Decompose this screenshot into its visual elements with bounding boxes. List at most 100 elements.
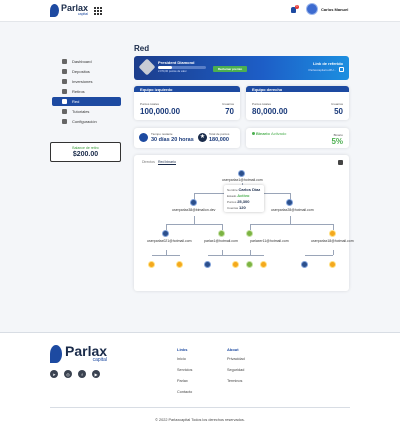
- footer-link-parlax[interactable]: Parlax: [177, 379, 188, 383]
- tree-root-user[interactable]: userparlax1@hotmail.com: [222, 178, 263, 182]
- tree-node-l4[interactable]: [329, 261, 336, 268]
- rank-banner: President Diamond 2.070,00 puntos de val…: [134, 56, 349, 80]
- withdraw-icon: [62, 89, 67, 94]
- popup-estado: Activo: [237, 193, 250, 198]
- footer-link-servicios[interactable]: Servicios: [177, 368, 192, 372]
- referral-link[interactable]: Parlaxcapital.io/#U...: [308, 68, 336, 72]
- sidebar-item-label: Configuración: [72, 119, 97, 124]
- left-users-value: 70: [225, 107, 234, 116]
- logo-mark-icon: [50, 4, 59, 17]
- footer-link-contacto[interactable]: Contacto: [177, 390, 192, 394]
- copy-icon[interactable]: [339, 67, 344, 72]
- sidebar-item-label: Inversiones: [72, 79, 93, 84]
- logo[interactable]: Parlax capital: [50, 4, 88, 17]
- sidebar-item-label: Dashboard: [72, 59, 92, 64]
- footer-logo[interactable]: Parlax capital: [50, 344, 107, 363]
- tree-node-l2-left[interactable]: [190, 199, 197, 206]
- sidebar-item-configuracin[interactable]: Configuración: [52, 117, 121, 126]
- footer: Parlax capital ➤ ◎ f ▶ Links Inicio Serv…: [0, 332, 400, 430]
- tree-node-l4[interactable]: [148, 261, 155, 268]
- sidebar-item-depositos[interactable]: Depositos: [52, 67, 121, 76]
- footer-logo-text: Parlax: [65, 343, 108, 359]
- sidebar-item-tutoriales[interactable]: Tutoriales: [52, 107, 121, 116]
- binary-status-dot: [252, 132, 255, 135]
- user-name[interactable]: Carlos Manuel: [321, 7, 348, 12]
- tutorial-icon: [62, 109, 67, 114]
- tree-node-l4[interactable]: [246, 261, 253, 268]
- tree-line: [305, 255, 333, 256]
- tree-line: [290, 216, 291, 224]
- sidebar-item-inversiones[interactable]: Inversiones: [52, 77, 121, 86]
- tree-l2-right-user[interactable]: userparlax28@hotmail.com: [271, 208, 314, 212]
- tree-node-l4[interactable]: [176, 261, 183, 268]
- timer-card: Tiempo restante 30 días 20 horas ★ Total…: [134, 128, 240, 148]
- left-users-label: Usuarios: [222, 102, 234, 106]
- tree-node-l3[interactable]: [246, 230, 253, 237]
- tree-node-root[interactable]: [238, 170, 245, 177]
- tree-l3-user[interactable]: userparlax021@hotmail.com: [147, 239, 192, 243]
- tree-node-l4[interactable]: [301, 261, 308, 268]
- avatar[interactable]: [306, 3, 318, 15]
- tree-l3-user[interactable]: parlaxer11@hotmail.com: [250, 239, 289, 243]
- sidebar-item-label: Red: [72, 99, 80, 104]
- sidebar-item-red[interactable]: Red: [52, 97, 121, 106]
- binary-status: Activado: [271, 131, 287, 136]
- dashboard-icon: [62, 59, 67, 64]
- referral-title: Link de referido: [312, 61, 343, 66]
- investment-icon: [62, 79, 67, 84]
- timer-label: Tiempo restante: [151, 132, 173, 136]
- youtube-icon[interactable]: ▶: [92, 370, 100, 378]
- telegram-icon[interactable]: ➤: [50, 370, 58, 378]
- tree-node-l3[interactable]: [218, 230, 225, 237]
- balance-label: Balance de retiro: [72, 146, 99, 150]
- network-icon: [62, 99, 67, 104]
- right-users-label: Usuarios: [331, 102, 343, 106]
- right-users-value: 50: [334, 107, 343, 116]
- footer-link-seguridad[interactable]: Seguridad: [227, 368, 244, 372]
- apps-grid-icon[interactable]: [94, 7, 102, 15]
- tree-node-l4[interactable]: [260, 261, 267, 268]
- user-info-popup: Nombre Carlos Díaz Estado Activo Puntos …: [224, 185, 264, 212]
- tab-red-binario[interactable]: Red binario: [158, 160, 176, 165]
- expand-icon[interactable]: [338, 160, 343, 165]
- diamond-badge-icon: [138, 58, 156, 76]
- footer-link-inicio[interactable]: Inicio: [177, 357, 186, 361]
- footer-link-privacidad[interactable]: Privacidad: [227, 357, 245, 361]
- total-points-value: 180,000: [209, 137, 229, 143]
- popup-puntos: 25,300: [237, 199, 250, 204]
- left-points-label: Puntos totales: [140, 102, 160, 106]
- sidebar-item-dashboard[interactable]: Dashboard: [52, 57, 121, 66]
- tab-directos[interactable]: Directos: [142, 160, 155, 164]
- claim-reward-button[interactable]: Reclamar premio: [213, 66, 247, 72]
- page-title: Red: [134, 44, 150, 53]
- rank-name: President Diamond: [158, 60, 195, 65]
- footer-link-terminos[interactable]: Terminos: [227, 379, 242, 383]
- tree-l2-left-user[interactable]: userparlax38@bimalion.dev: [172, 208, 215, 212]
- logo-sub: capital: [77, 12, 89, 17]
- balance-value: $200.00: [72, 151, 99, 158]
- sidebar-item-retiros[interactable]: Retiros: [52, 87, 121, 96]
- facebook-icon[interactable]: f: [78, 370, 86, 378]
- tree-l3-user[interactable]: parlax1@hotmail.com: [204, 239, 238, 243]
- top-header: Parlax capital 1 Carlos Manuel: [0, 0, 400, 22]
- timer-value: 30 días 20 horas: [151, 137, 194, 143]
- popup-cuentas: 120: [239, 205, 246, 210]
- tree-node-l3[interactable]: [329, 230, 336, 237]
- popup-estado-label: Estado: [227, 194, 237, 198]
- footer-divider: [50, 407, 350, 408]
- right-points-value: 80,000.00: [252, 107, 288, 116]
- tree-line: [250, 224, 333, 225]
- tree-node-l2-right[interactable]: [286, 199, 293, 206]
- tree-node-l4[interactable]: [232, 261, 239, 268]
- sidebar-item-label: Retiros: [72, 89, 85, 94]
- tree-l3-user[interactable]: userparlax18@hotmail.com: [311, 239, 354, 243]
- tree-node-l4[interactable]: [204, 261, 211, 268]
- copyright: © 2022 Parlaxcapital Todos los derechos …: [155, 418, 245, 422]
- instagram-icon[interactable]: ◎: [64, 370, 72, 378]
- sidebar-item-label: Depositos: [72, 69, 90, 74]
- footer-logo-mark-icon: [50, 344, 62, 363]
- tree-node-l3[interactable]: [162, 230, 169, 237]
- star-icon: ★: [198, 133, 207, 142]
- tree-line: [236, 255, 264, 256]
- settings-icon: [62, 119, 67, 124]
